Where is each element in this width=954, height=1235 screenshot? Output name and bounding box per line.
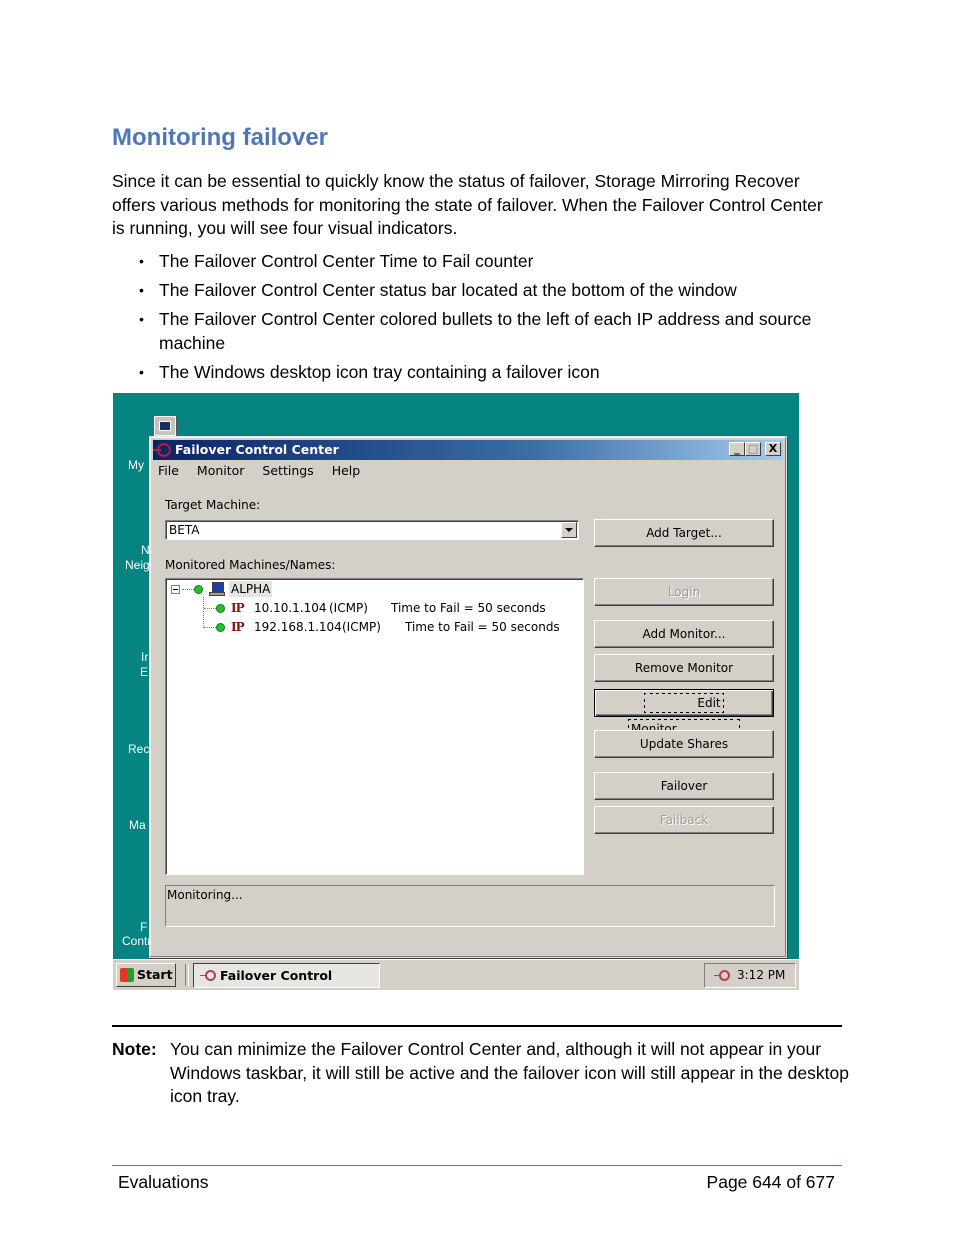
update-shares-button[interactable]: Update Shares xyxy=(594,730,774,758)
tray-failover-icon[interactable] xyxy=(714,970,730,981)
start-label: Start xyxy=(137,967,173,982)
status-bullet-icon xyxy=(216,604,225,613)
footer-divider xyxy=(112,1165,842,1166)
taskbar-item-failover-control-center[interactable]: Failover Control Center xyxy=(193,963,380,988)
dropdown-arrow-icon[interactable] xyxy=(561,522,577,538)
remove-monitor-button[interactable]: Remove Monitor xyxy=(594,654,774,682)
title-bar[interactable]: Failover Control Center _ □ X xyxy=(153,440,783,460)
failover-icon xyxy=(200,970,216,981)
target-machine-label: Target Machine: xyxy=(165,498,261,512)
add-monitor-button[interactable]: Add Monitor... xyxy=(594,620,774,648)
taskbar-separator xyxy=(185,964,189,986)
menu-bar: File Monitor Settings Help xyxy=(158,463,374,481)
minimize-button[interactable]: _ xyxy=(729,442,745,456)
list-item: The Failover Control Center Time to Fail… xyxy=(112,250,812,274)
note-text: You can minimize the Failover Control Ce… xyxy=(170,1039,849,1106)
ip-icon: IP xyxy=(231,601,245,615)
add-target-button[interactable]: Add Target... xyxy=(594,519,774,547)
monitored-machines-tree[interactable]: ALPHA IP 10.10.1.104 (ICMP) Time to Fail… xyxy=(165,578,584,875)
window-system-icon[interactable] xyxy=(154,416,176,436)
failover-control-center-window: Failover Control Center _ □ X File Monit… xyxy=(149,436,787,958)
time-to-fail: Time to Fail = 50 seconds xyxy=(391,601,546,615)
maximize-button[interactable]: □ xyxy=(745,442,761,456)
monitor-protocol: (ICMP) xyxy=(329,601,368,615)
close-button[interactable]: X xyxy=(765,442,781,456)
collapse-icon[interactable] xyxy=(171,585,180,594)
menu-settings[interactable]: Settings xyxy=(262,463,313,478)
status-bar: Monitoring... xyxy=(165,885,775,927)
menu-help[interactable]: Help xyxy=(332,463,361,478)
monitored-machines-label: Monitored Machines/Names: xyxy=(165,558,336,572)
monitor-address: 10.10.1.104 xyxy=(254,601,327,615)
target-machine-value: BETA xyxy=(169,523,200,537)
edit-monitor-button[interactable]: Edit Monitor... xyxy=(594,689,774,739)
footer-page-number: Page 644 of 677 xyxy=(706,1172,835,1192)
computer-icon xyxy=(209,582,225,596)
clock: 3:12 PM xyxy=(737,968,786,982)
system-tray: 3:12 PM xyxy=(704,963,796,988)
menu-file[interactable]: File xyxy=(158,463,179,478)
failback-button[interactable]: Failback xyxy=(594,806,774,834)
desktop-label-my-computer: My xyxy=(128,458,144,472)
failover-app-icon xyxy=(153,443,171,457)
screenshot-figure: My N Neig Ir E Rec Ma F Control Center F… xyxy=(113,393,799,990)
footer-section: Evaluations xyxy=(118,1172,209,1192)
monitor-address: 192.168.1.104 xyxy=(254,620,342,634)
monitor-protocol: (ICMP) xyxy=(342,620,381,634)
tree-line xyxy=(204,627,216,628)
ip-icon: IP xyxy=(231,620,245,634)
status-bullet-icon xyxy=(216,623,225,632)
tree-line xyxy=(203,597,204,628)
desktop-label-fcc: F xyxy=(140,920,148,934)
note-divider xyxy=(112,1025,842,1027)
note-label: Note: xyxy=(112,1039,157,1059)
desktop-label-network-2: Neig xyxy=(125,558,150,572)
desktop-label-map: Ma xyxy=(129,818,146,832)
task-label: Failover Control Center xyxy=(220,968,333,983)
machine-name: ALPHA xyxy=(229,581,273,597)
tree-line xyxy=(204,608,216,609)
desktop-label-ie-2: E xyxy=(140,665,149,679)
list-item: The Failover Control Center colored bull… xyxy=(112,308,812,355)
desktop-label-recycle: Rec xyxy=(128,742,150,756)
window-title: Failover Control Center xyxy=(175,442,339,457)
target-machine-select[interactable]: BETA xyxy=(165,520,579,540)
windows-taskbar: Start Failover Control Center 3:12 PM xyxy=(113,959,799,990)
login-button[interactable]: Login xyxy=(594,578,774,606)
list-item: The Windows desktop icon tray containing… xyxy=(112,361,812,385)
list-item: The Failover Control Center status bar l… xyxy=(112,279,812,303)
start-button[interactable]: Start xyxy=(116,963,176,987)
page-heading: Monitoring failover xyxy=(112,124,328,151)
indicator-list: The Failover Control Center Time to Fail… xyxy=(112,250,812,390)
failover-button[interactable]: Failover xyxy=(594,772,774,800)
time-to-fail: Time to Fail = 50 seconds xyxy=(405,620,560,634)
status-bullet-icon xyxy=(194,585,203,594)
status-text: Monitoring... xyxy=(167,888,243,902)
menu-monitor[interactable]: Monitor xyxy=(197,463,245,478)
intro-paragraph: Since it can be essential to quickly kno… xyxy=(112,171,823,238)
desktop-label-ie: Ir xyxy=(141,650,149,664)
